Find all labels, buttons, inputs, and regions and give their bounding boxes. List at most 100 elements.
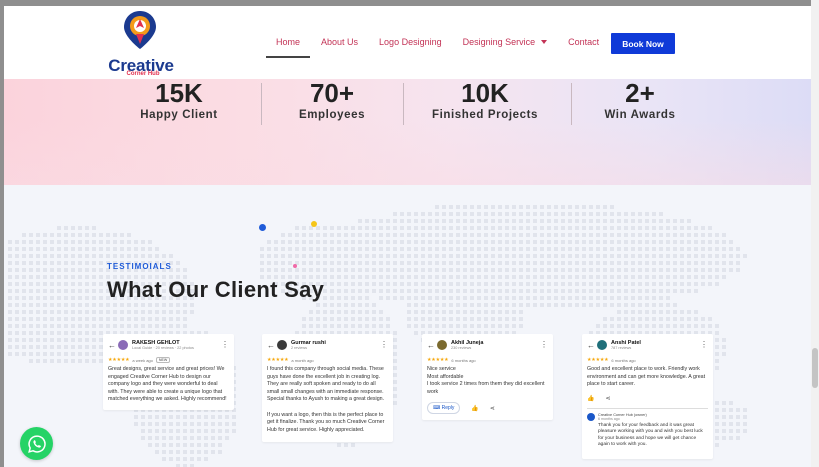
map-dot	[99, 261, 103, 265]
map-dot	[484, 240, 488, 244]
nav-logo-designing[interactable]: Logo Designing	[379, 37, 442, 49]
scrollbar-thumb[interactable]	[812, 348, 818, 388]
arrow-left-icon[interactable]: ←	[108, 341, 118, 350]
more-icon[interactable]: ⋮	[540, 341, 548, 349]
map-dot	[64, 317, 68, 321]
map-dot	[50, 296, 54, 300]
map-dot	[204, 457, 208, 461]
map-dot	[141, 310, 145, 314]
map-dot	[540, 282, 544, 286]
map-dot	[575, 261, 579, 265]
arrow-left-icon[interactable]: ←	[587, 341, 597, 350]
map-dot	[736, 261, 740, 265]
map-dot	[8, 240, 12, 244]
map-dot	[477, 240, 481, 244]
more-icon[interactable]: ⋮	[221, 341, 229, 349]
map-dot	[582, 247, 586, 251]
map-dot	[351, 324, 355, 328]
map-dot	[400, 282, 404, 286]
map-dot	[498, 317, 502, 321]
map-dot	[617, 226, 621, 230]
map-dot	[589, 303, 593, 307]
map-dot	[589, 247, 593, 251]
map-dot	[575, 226, 579, 230]
map-dot	[680, 275, 684, 279]
map-dot	[498, 303, 502, 307]
map-dot	[379, 254, 383, 258]
map-dot	[533, 268, 537, 272]
nav-contact[interactable]: Contact	[568, 37, 599, 49]
map-dot	[561, 226, 565, 230]
more-icon[interactable]: ⋮	[380, 341, 388, 349]
map-dot	[351, 317, 355, 321]
map-dot	[715, 324, 719, 328]
nav-about-us[interactable]: About Us	[321, 37, 358, 49]
map-dot	[183, 450, 187, 454]
map-dot	[92, 324, 96, 328]
map-dot	[106, 247, 110, 251]
nav-designing-service[interactable]: Designing Service	[463, 37, 548, 49]
thumbs-up-icon[interactable]: 👍	[471, 405, 478, 412]
map-dot	[652, 303, 656, 307]
map-dot	[596, 219, 600, 223]
map-dot	[414, 261, 418, 265]
more-icon[interactable]: ⋮	[700, 341, 708, 349]
map-dot	[393, 352, 397, 356]
map-dot	[330, 247, 334, 251]
map-dot	[645, 282, 649, 286]
map-dot	[162, 324, 166, 328]
map-dot	[365, 247, 369, 251]
thumbs-up-icon[interactable]: 👍	[587, 395, 594, 402]
map-dot	[484, 219, 488, 223]
map-dot	[183, 317, 187, 321]
map-dot	[736, 422, 740, 426]
share-icon[interactable]: ⋖	[490, 405, 495, 412]
share-icon[interactable]: ⋖	[605, 395, 610, 402]
map-dot	[22, 254, 26, 258]
map-dot	[99, 240, 103, 244]
map-dot	[568, 226, 572, 230]
map-dot	[400, 233, 404, 237]
map-dot	[78, 296, 82, 300]
map-dot	[512, 261, 516, 265]
map-dot	[421, 219, 425, 223]
page-scrollbar[interactable]	[811, 0, 819, 467]
nav-home[interactable]: Home	[265, 37, 311, 58]
map-dot	[386, 226, 390, 230]
testimonials-section: TESTIMOIALS What Our Client Say ← RAKESH…	[4, 185, 815, 467]
map-dot	[547, 303, 551, 307]
map-dot	[729, 254, 733, 258]
map-dot	[134, 422, 138, 426]
map-dot	[120, 254, 124, 258]
map-dot	[365, 261, 369, 265]
arrow-left-icon[interactable]: ←	[267, 341, 277, 350]
map-dot	[113, 303, 117, 307]
map-dot	[365, 303, 369, 307]
map-dot	[421, 226, 425, 230]
map-dot	[400, 268, 404, 272]
brand-logo[interactable]: Creative Corner Hub	[106, 10, 176, 77]
map-dot	[624, 247, 628, 251]
map-dot	[610, 233, 614, 237]
map-dot	[85, 303, 89, 307]
stat-happy-client: 15K Happy Client	[109, 79, 249, 121]
map-dot	[57, 226, 61, 230]
map-dot	[547, 212, 551, 216]
map-dot	[155, 450, 159, 454]
whatsapp-button[interactable]	[20, 427, 53, 460]
map-dot	[316, 247, 320, 251]
arrow-left-icon[interactable]: ←	[427, 341, 437, 350]
map-dot	[554, 268, 558, 272]
map-dot	[484, 212, 488, 216]
map-dot	[680, 219, 684, 223]
reply-button[interactable]: ⌨ Reply	[427, 402, 461, 415]
book-now-button[interactable]: Book Now	[611, 33, 675, 54]
map-dot	[596, 275, 600, 279]
map-dot	[435, 205, 439, 209]
map-dot	[526, 233, 530, 237]
map-dot	[582, 212, 586, 216]
map-dot	[449, 317, 453, 321]
map-dot	[344, 324, 348, 328]
map-dot	[652, 233, 656, 237]
map-dot	[36, 233, 40, 237]
